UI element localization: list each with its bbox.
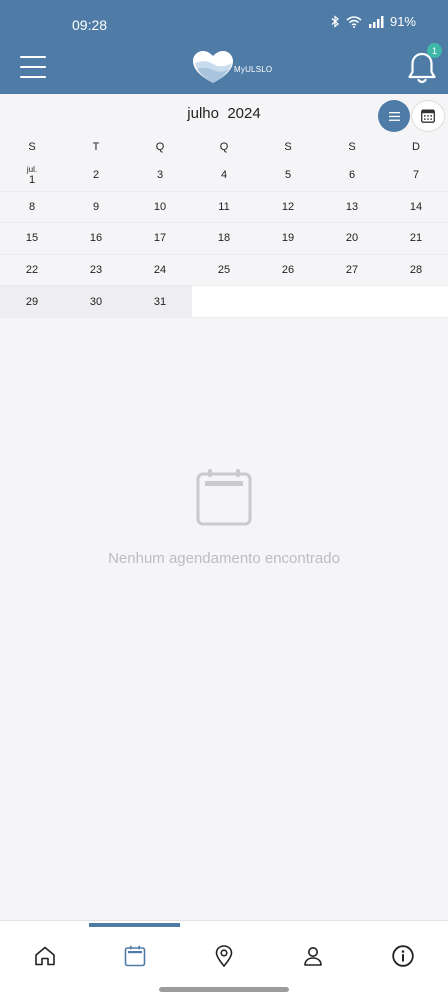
calendar-day[interactable]: 30 xyxy=(64,286,128,317)
weekday-label: Q xyxy=(219,141,229,153)
empty-state-message: Nenhum agendamento encontrado xyxy=(108,550,340,567)
home-icon xyxy=(35,946,55,966)
calendar-grid-icon xyxy=(421,109,435,123)
nav-calendar[interactable] xyxy=(119,941,151,971)
calendar-day[interactable]: 21 xyxy=(384,223,448,254)
week-row: 29 30 31 xyxy=(0,286,448,318)
calendar-day[interactable]: 22 xyxy=(0,255,64,286)
calendar-day[interactable]: 29 xyxy=(0,286,64,317)
calendar-icon xyxy=(124,945,146,967)
list-view-button[interactable] xyxy=(378,100,410,132)
calendar-day[interactable]: 5 xyxy=(256,160,320,191)
weekday-label: T xyxy=(92,141,100,153)
calendar-day[interactable]: 2 xyxy=(64,160,128,191)
location-pin-icon xyxy=(215,945,233,967)
calendar-day[interactable]: 19 xyxy=(256,223,320,254)
calendar-empty-icon xyxy=(196,469,252,526)
calendar-day[interactable]: 6 xyxy=(320,160,384,191)
calendar-day[interactable]: 14 xyxy=(384,192,448,223)
nav-locations[interactable] xyxy=(208,941,240,971)
signal-icon xyxy=(368,15,384,28)
nav-profile[interactable] xyxy=(297,941,329,971)
calendar-day[interactable]: 10 xyxy=(128,192,192,223)
calendar-day-empty xyxy=(192,286,256,317)
menu-icon-bar xyxy=(20,76,46,78)
weekday-label: S xyxy=(284,141,292,153)
battery-level: 91% xyxy=(389,14,416,29)
month-name: julho xyxy=(187,105,219,122)
nav-info[interactable] xyxy=(387,941,419,971)
menu-icon-bar xyxy=(20,66,46,68)
menu-icon-bar xyxy=(20,56,46,58)
calendar-day-empty xyxy=(256,286,320,317)
weekday-label: D xyxy=(412,141,420,153)
calendar-day[interactable]: 12 xyxy=(256,192,320,223)
calendar-day[interactable]: 13 xyxy=(320,192,384,223)
notification-badge: 1 xyxy=(427,43,442,58)
active-tab-indicator xyxy=(89,923,180,927)
calendar-day[interactable]: 25 xyxy=(192,255,256,286)
calendar-grid: S T Q Q S S D jul. 1 2 3 4 5 6 7 8 9 10 … xyxy=(0,134,448,318)
weekday-header: S T Q Q S S D xyxy=(0,134,448,160)
calendar-day[interactable]: 9 xyxy=(64,192,128,223)
calendar-day[interactable]: 8 xyxy=(0,192,64,223)
empty-state: Nenhum agendamento encontrado xyxy=(0,468,448,567)
calendar-day[interactable]: jul. 1 xyxy=(0,160,64,191)
heart-logo-icon xyxy=(193,51,233,83)
year: 2024 xyxy=(227,105,261,122)
system-home-handle[interactable] xyxy=(159,987,289,992)
week-row: 22 23 24 25 26 27 28 xyxy=(0,255,448,287)
weekday-label: S xyxy=(28,141,36,153)
calendar-day[interactable]: 16 xyxy=(64,223,128,254)
calendar-day-empty xyxy=(320,286,384,317)
status-time: 09:28 xyxy=(72,17,108,33)
week-row: jul. 1 2 3 4 5 6 7 xyxy=(0,160,448,192)
nav-home[interactable] xyxy=(29,941,61,971)
menu-button[interactable] xyxy=(20,56,46,78)
month-abbrev-label: jul. xyxy=(26,164,38,174)
calendar-day[interactable]: 4 xyxy=(192,160,256,191)
week-row: 15 16 17 18 19 20 21 xyxy=(0,223,448,255)
logo-text: MyULSLO xyxy=(234,65,273,74)
weekday-label: S xyxy=(348,141,356,153)
status-icons: 91% xyxy=(331,14,416,29)
calendar-day[interactable]: 7 xyxy=(384,160,448,191)
calendar-day[interactable]: 24 xyxy=(128,255,192,286)
calendar-day[interactable]: 31 xyxy=(128,286,192,317)
week-row: 8 9 10 11 12 13 14 xyxy=(0,192,448,224)
info-icon xyxy=(392,945,414,967)
calendar-day[interactable]: 11 xyxy=(192,192,256,223)
calendar-day[interactable]: 15 xyxy=(0,223,64,254)
calendar-day[interactable]: 17 xyxy=(128,223,192,254)
weekday-label: Q xyxy=(155,141,165,153)
bluetooth-icon xyxy=(331,15,339,28)
calendar-day-empty xyxy=(384,286,448,317)
calendar-day[interactable]: 27 xyxy=(320,255,384,286)
calendar-day[interactable]: 26 xyxy=(256,255,320,286)
user-icon xyxy=(304,947,322,966)
wifi-icon xyxy=(346,15,362,28)
calendar-day[interactable]: 23 xyxy=(64,255,128,286)
calendar-day[interactable]: 28 xyxy=(384,255,448,286)
list-icon xyxy=(388,111,400,121)
calendar-day[interactable]: 3 xyxy=(128,160,192,191)
status-bar: 09:28 91% xyxy=(0,0,448,50)
calendar-day[interactable]: 20 xyxy=(320,223,384,254)
app-logo: MyULSLO xyxy=(190,48,273,88)
app-header: 09:28 91% MyULSLO 1 xyxy=(0,0,448,94)
day-number: 1 xyxy=(28,173,36,186)
calendar-day[interactable]: 18 xyxy=(192,223,256,254)
calendar-view-button[interactable] xyxy=(411,100,445,132)
